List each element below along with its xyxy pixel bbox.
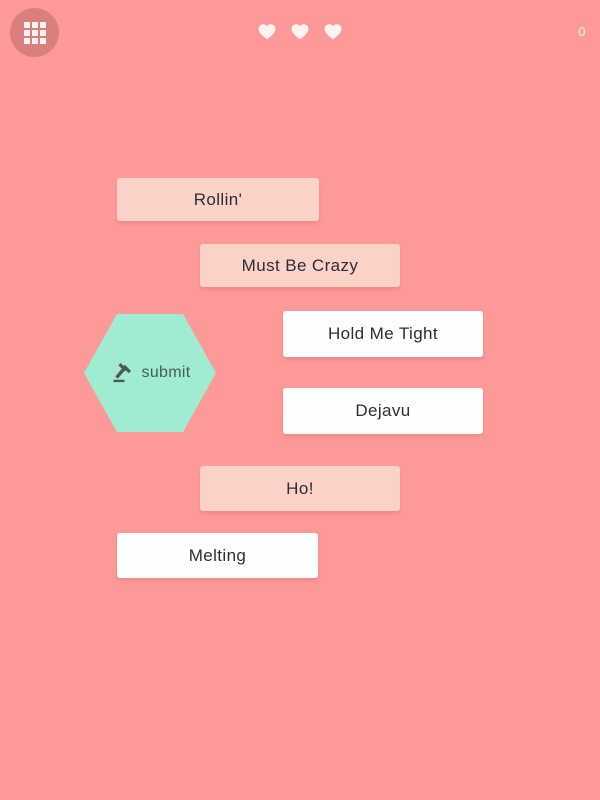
submit-label: submit	[141, 364, 191, 381]
song-card[interactable]: Ho!	[200, 466, 400, 511]
song-card-label: Ho!	[286, 478, 314, 498]
gavel-icon	[112, 363, 131, 383]
song-card-label: Rollin'	[193, 189, 243, 209]
song-card-label: Must Be Crazy	[241, 255, 359, 275]
song-card-label: Dejavu	[355, 401, 411, 420]
game-board: submit Rollin' Must Be Crazy Hold Me Tight…	[0, 0, 600, 800]
song-card-label: Hold Me Tight	[327, 324, 439, 343]
song-card[interactable]: Hold Me Tight	[283, 311, 483, 357]
song-card-label: Melting	[188, 545, 247, 565]
song-card[interactable]: Melting	[117, 533, 318, 578]
song-card[interactable]: Must Be Crazy	[200, 244, 400, 287]
submit-button[interactable]: submit	[84, 314, 216, 432]
song-card[interactable]: Dejavu	[283, 388, 483, 434]
song-card[interactable]: Rollin'	[117, 178, 319, 221]
